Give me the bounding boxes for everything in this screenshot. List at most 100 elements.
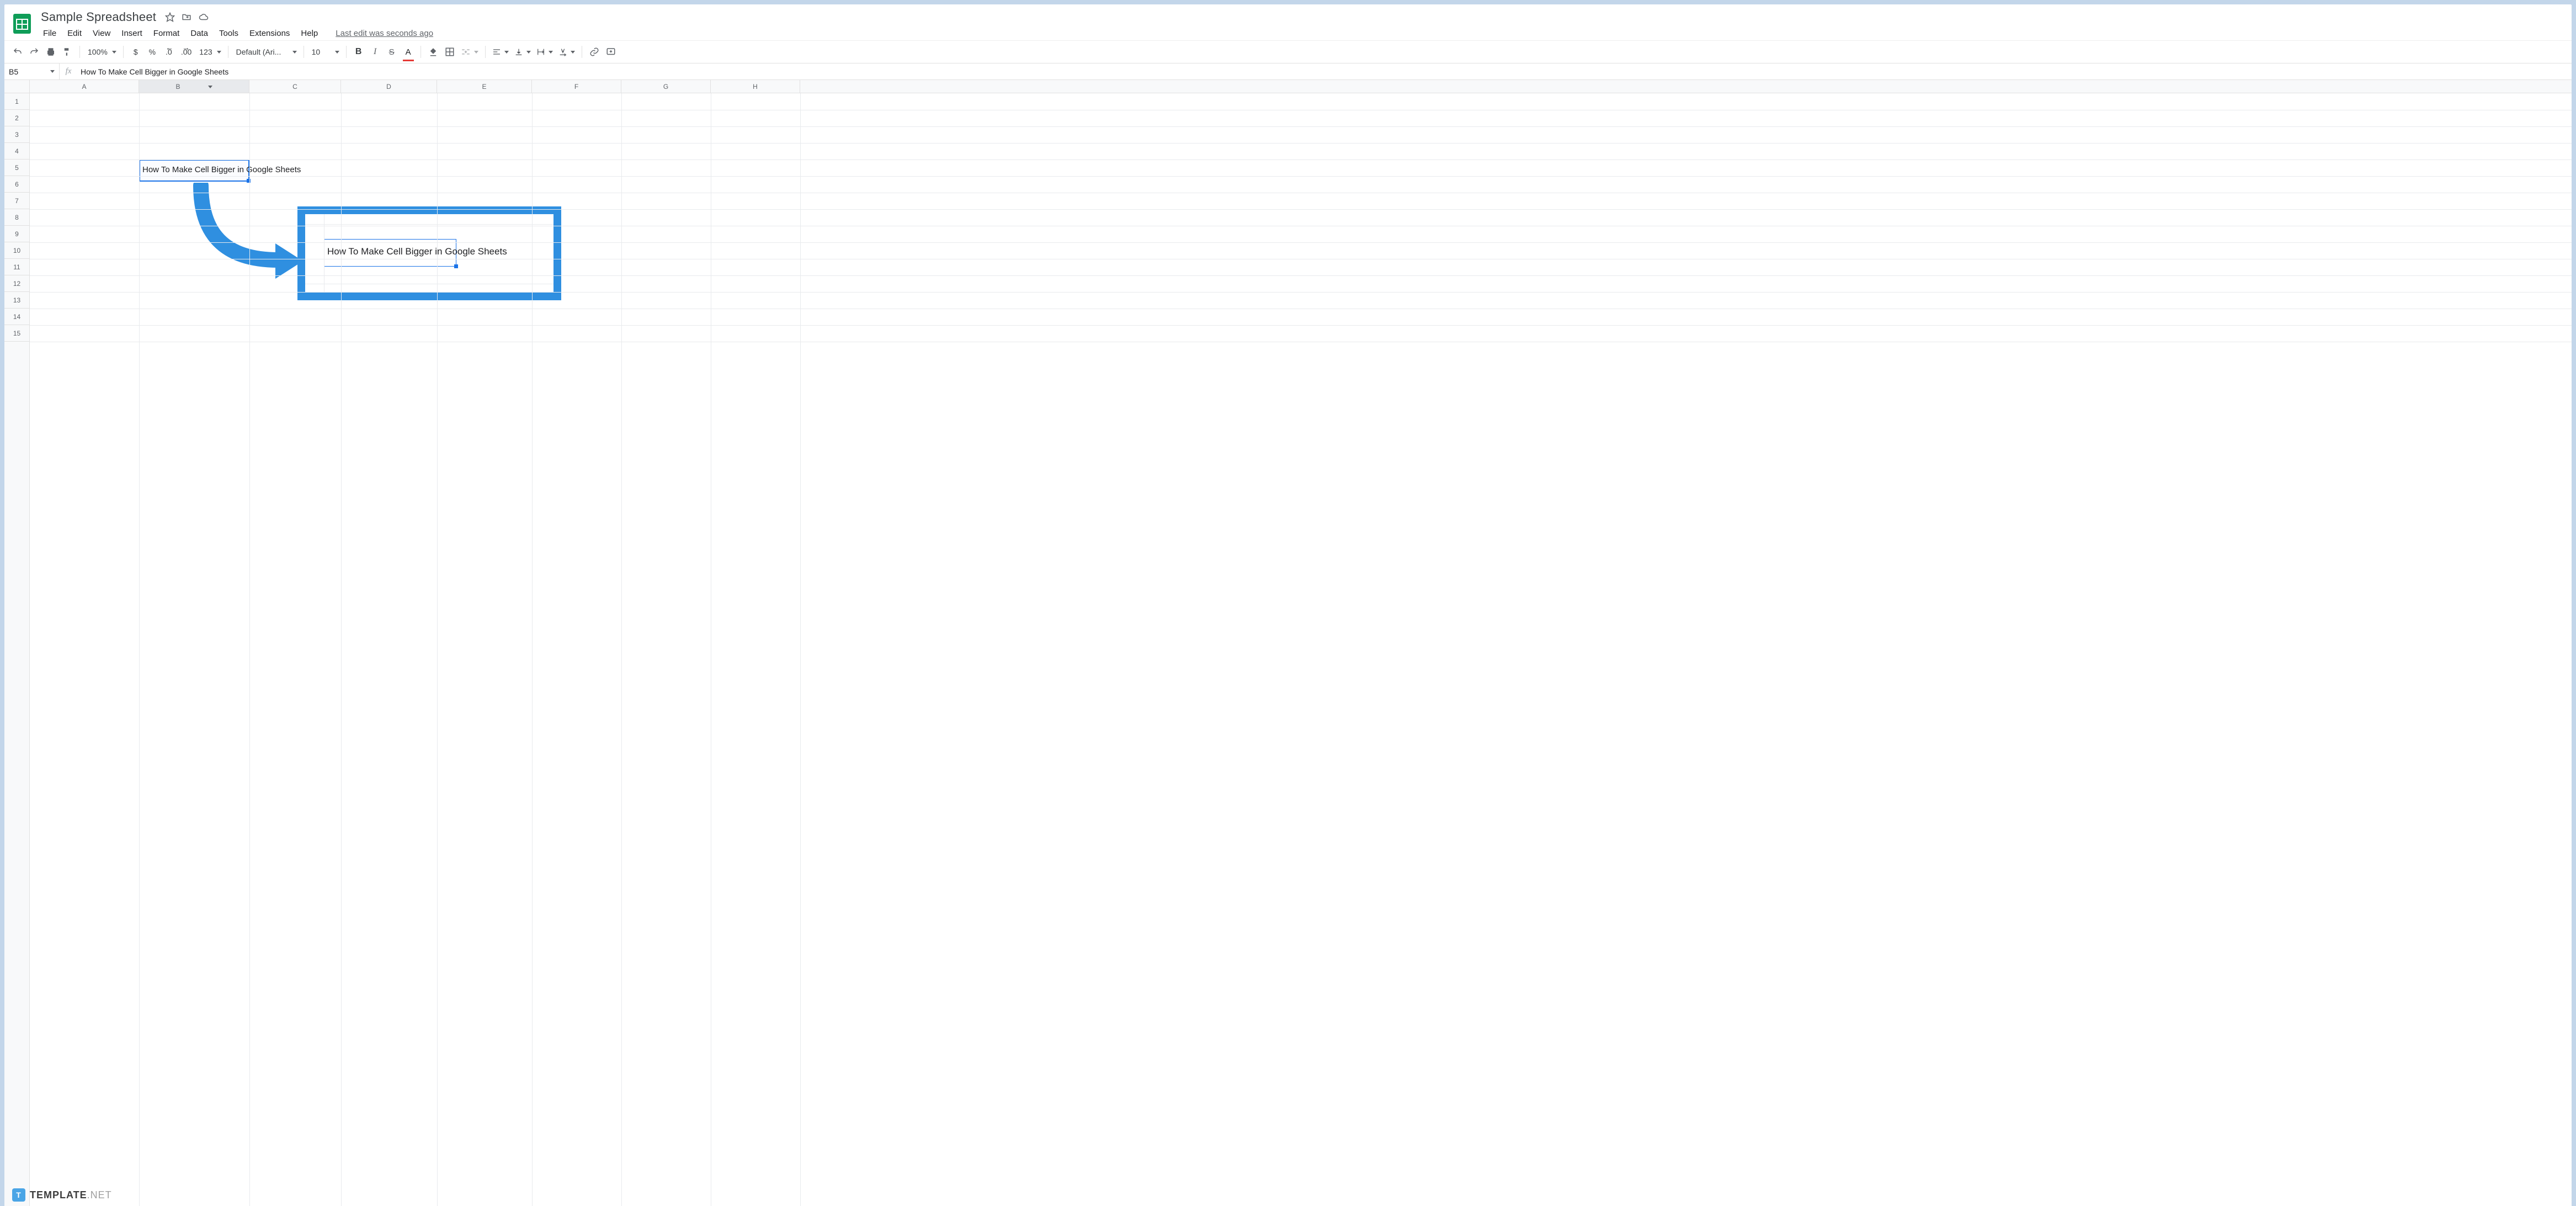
format-percent-button[interactable]: % (145, 44, 160, 60)
titlebar: Sample Spreadsheet File Edit View Insert… (4, 4, 2572, 40)
formula-bar-row: B5 fx (4, 63, 2572, 80)
menu-insert[interactable]: Insert (117, 26, 147, 40)
gridline (341, 93, 342, 1206)
column-header-b[interactable]: B (139, 80, 249, 93)
row-header-12[interactable]: 12 (4, 275, 29, 292)
row-header-7[interactable]: 7 (4, 193, 29, 209)
menu-edit[interactable]: Edit (63, 26, 86, 40)
gridline (305, 224, 553, 225)
column-header-d[interactable]: D (341, 80, 437, 93)
text-wrap-button[interactable] (534, 44, 555, 60)
zoom-dropdown[interactable]: 100% (84, 44, 119, 60)
text-color-button[interactable]: A (401, 44, 416, 60)
vertical-align-button[interactable] (512, 44, 533, 60)
separator (346, 46, 347, 58)
row-header-6[interactable]: 6 (4, 176, 29, 193)
separator (123, 46, 124, 58)
cells-grid[interactable]: How To Make Cell Bigger in Google Sheets… (30, 93, 2572, 1206)
row-headers: 123456789101112131415 (4, 93, 30, 1206)
merge-cells-button[interactable] (459, 44, 481, 60)
font-family-dropdown[interactable]: Default (Ari... (233, 44, 299, 60)
fx-icon: fx (60, 67, 77, 76)
gridline (30, 242, 2572, 243)
bold-button[interactable]: B (351, 44, 366, 60)
gridline (139, 93, 140, 1206)
gridline (437, 93, 438, 1206)
font-size-dropdown[interactable]: 10 (308, 44, 342, 60)
gridline (30, 143, 2572, 144)
watermark-suffix: .NET (87, 1189, 112, 1200)
menu-tools[interactable]: Tools (215, 26, 243, 40)
fill-color-button[interactable] (425, 44, 441, 60)
gridline (30, 325, 2572, 326)
redo-icon[interactable] (26, 44, 42, 60)
gridline (30, 209, 2572, 210)
watermark-logo: T TEMPLATE.NET (12, 1188, 112, 1202)
menu-format[interactable]: Format (149, 26, 184, 40)
gridline (30, 275, 2572, 276)
row-header-8[interactable]: 8 (4, 209, 29, 226)
gridline (30, 176, 2572, 177)
document-title[interactable]: Sample Spreadsheet (39, 9, 158, 25)
annotation-callout: How To Make Cell Bigger in Google Sheets (297, 206, 561, 300)
row-header-4[interactable]: 4 (4, 143, 29, 160)
row-header-5[interactable]: 5 (4, 160, 29, 176)
menu-help[interactable]: Help (296, 26, 322, 40)
column-headers: ABCDEFGH (4, 80, 2572, 93)
row-header-10[interactable]: 10 (4, 242, 29, 259)
sheets-logo-icon[interactable] (11, 9, 33, 39)
annotation-arrow-icon (179, 183, 306, 282)
format-currency-button[interactable]: $ (128, 44, 143, 60)
decrease-decimals-button[interactable]: ←.0 (161, 44, 177, 60)
column-header-h[interactable]: H (711, 80, 800, 93)
sheet-area: ABCDEFGH 123456789101112131415 How To Ma… (4, 80, 2572, 1206)
column-header-f[interactable]: F (532, 80, 621, 93)
name-box[interactable]: B5 (4, 63, 60, 79)
watermark-brand: TEMPLATE (30, 1189, 87, 1200)
paint-format-icon[interactable] (60, 44, 75, 60)
separator (79, 46, 80, 58)
more-formats-dropdown[interactable]: 123 (196, 44, 223, 60)
undo-icon[interactable] (10, 44, 25, 60)
column-header-a[interactable]: A (30, 80, 139, 93)
row-header-3[interactable]: 3 (4, 126, 29, 143)
increase-decimals-button[interactable]: →.00 (178, 44, 195, 60)
menu-view[interactable]: View (88, 26, 115, 40)
print-icon[interactable] (43, 44, 58, 60)
insert-link-icon[interactable] (587, 44, 602, 60)
insert-comment-icon[interactable] (603, 44, 619, 60)
row-header-2[interactable]: 2 (4, 110, 29, 126)
column-header-g[interactable]: G (621, 80, 711, 93)
fill-handle[interactable] (454, 264, 458, 268)
row-header-9[interactable]: 9 (4, 226, 29, 242)
toolbar: 100% $ % ←.0 →.00 123 Default (Ari... 10… (4, 40, 2572, 63)
star-icon[interactable] (165, 12, 175, 22)
move-folder-icon[interactable] (182, 12, 191, 22)
menu-data[interactable]: Data (186, 26, 212, 40)
callout-text: How To Make Cell Bigger in Google Sheets (327, 246, 507, 257)
row-header-11[interactable]: 11 (4, 259, 29, 275)
strikethrough-button[interactable]: S (384, 44, 400, 60)
gridline (249, 93, 250, 1206)
menu-extensions[interactable]: Extensions (245, 26, 294, 40)
row-header-13[interactable]: 13 (4, 292, 29, 309)
last-edit-link[interactable]: Last edit was seconds ago (336, 29, 433, 38)
column-header-e[interactable]: E (437, 80, 532, 93)
cloud-status-icon[interactable] (198, 12, 209, 22)
formula-input[interactable] (77, 67, 2572, 76)
cell-b5-value: How To Make Cell Bigger in Google Sheets (140, 163, 303, 177)
gridline (532, 93, 533, 1206)
text-rotation-button[interactable] (556, 44, 577, 60)
borders-button[interactable] (442, 44, 457, 60)
gridline (30, 126, 2572, 127)
row-header-15[interactable]: 15 (4, 325, 29, 342)
row-header-14[interactable]: 14 (4, 309, 29, 325)
separator (485, 46, 486, 58)
menu-file[interactable]: File (39, 26, 61, 40)
italic-button[interactable]: I (368, 44, 383, 60)
select-all-corner[interactable] (4, 80, 30, 93)
column-header-c[interactable]: C (249, 80, 341, 93)
horizontal-align-button[interactable] (490, 44, 511, 60)
gridline (800, 93, 801, 1206)
row-header-1[interactable]: 1 (4, 93, 29, 110)
